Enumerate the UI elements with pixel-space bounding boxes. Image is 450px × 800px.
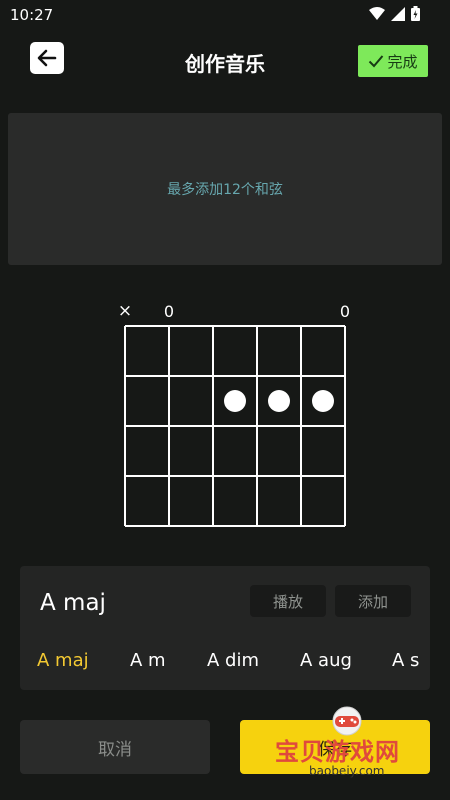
chord-name: A maj	[40, 590, 106, 616]
battery-icon	[411, 6, 420, 21]
string-mark: 0	[164, 302, 174, 321]
finger-dot	[224, 390, 246, 412]
status-time: 10:27	[10, 6, 54, 24]
chord-type-item[interactable]: A aug	[300, 650, 352, 671]
watermark-text: 宝贝游戏网	[275, 738, 400, 766]
done-label: 完成	[387, 52, 418, 71]
wifi-icon	[369, 6, 385, 20]
watermark-url: baobeiy.com	[309, 764, 385, 778]
chord-type-item[interactable]: A maj	[37, 650, 89, 671]
string-mark: ×	[118, 301, 132, 321]
finger-dot	[312, 390, 334, 412]
finger-dots	[224, 390, 334, 412]
chord-type-item[interactable]: A dim	[207, 650, 259, 671]
slots-hint: 最多添加12个和弦	[167, 182, 283, 198]
string-mark: 0	[340, 302, 350, 321]
chord-type-item[interactable]: A s	[392, 650, 419, 671]
chord-slots-area[interactable]: 最多添加12个和弦	[8, 113, 442, 265]
chord-panel: A maj 播放 添加 A maj A m A dim A aug A s	[20, 566, 430, 690]
watermark: 宝贝游戏网 baobeiy.com	[275, 706, 445, 786]
add-chord-button[interactable]: 添加	[335, 585, 411, 617]
done-button[interactable]: 完成	[358, 45, 428, 77]
chord-type-list: A maj A m A dim A aug A s	[20, 650, 430, 680]
chord-fret-diagram: × 0 0	[118, 301, 350, 527]
status-icons	[369, 6, 420, 21]
play-button[interactable]: 播放	[250, 585, 326, 617]
cancel-button[interactable]: 取消	[20, 720, 210, 774]
checkmark-icon	[369, 55, 384, 68]
header: 创作音乐 完成	[0, 36, 450, 86]
chord-type-item[interactable]: A m	[130, 650, 166, 671]
finger-dot	[268, 390, 290, 412]
signal-icon	[391, 6, 405, 21]
status-bar: 10:27	[0, 0, 450, 30]
fretboard-grid	[124, 325, 346, 527]
